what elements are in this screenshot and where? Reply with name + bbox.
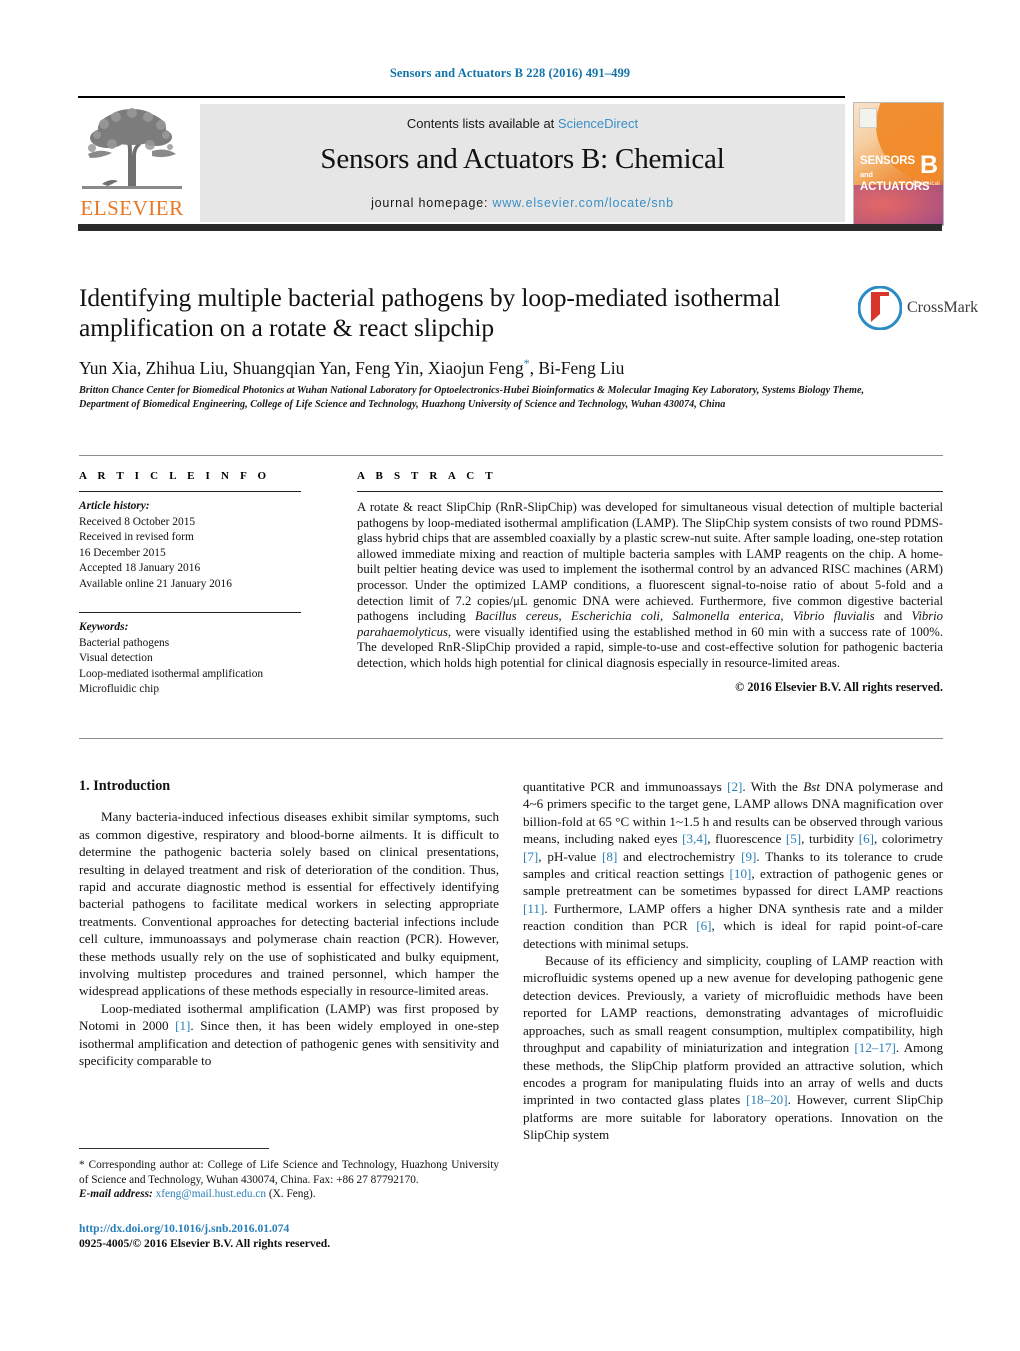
homepage-label: journal homepage: [371, 196, 493, 210]
masthead-top-rule [78, 96, 845, 98]
authors-main: Yun Xia, Zhihua Liu, Shuangqian Yan, Fen… [79, 357, 524, 378]
journal-masthead: ELSEVIER Contents lists available at Sci… [78, 96, 944, 241]
info-bottom-rule [79, 738, 943, 739]
citation-link[interactable]: [9] [741, 849, 756, 864]
article-info-column: A R T I C L E I N F O Article history: R… [79, 470, 309, 698]
paragraph-text: , turbidity [801, 831, 859, 847]
citation-link[interactable]: [6] [696, 918, 711, 933]
running-head: Sensors and Actuators B 228 (2016) 491–4… [389, 66, 631, 80]
footnote-text: Corresponding author at: College of Life… [79, 1159, 499, 1186]
paragraph-text: , fluorescence [707, 831, 786, 847]
contents-prefix: Contents lists available at [406, 116, 558, 131]
history-item: Accepted 18 January 2016 [79, 562, 201, 574]
paragraph-text: and electrochemistry [617, 848, 742, 864]
email-label: E-mail address: [79, 1188, 153, 1201]
elsevier-tree-icon [82, 104, 182, 192]
paragraph: quantitative PCR and immunoassays [2]. W… [523, 778, 943, 952]
cover-elsevier-badge [859, 108, 877, 128]
paragraph: Many bacteria-induced infectious disease… [79, 808, 499, 999]
body-column-right: quantitative PCR and immunoassays [2]. W… [523, 778, 943, 1144]
crossmark-label: CrossMark [907, 299, 979, 316]
journal-homepage-line: journal homepage: www.elsevier.com/locat… [200, 196, 845, 210]
paragraph-text: Many bacteria-induced infectious disease… [79, 809, 499, 999]
elsevier-wordmark: ELSEVIER [80, 196, 184, 220]
cover-line-1: SENSORS [860, 155, 915, 167]
citation-link[interactable]: [6] [859, 831, 874, 846]
elsevier-logo: ELSEVIER [78, 104, 186, 222]
masthead-bottom-rule [78, 224, 942, 231]
info-top-rule [79, 455, 943, 456]
cover-and: and [860, 170, 873, 179]
paragraph: Because of its efficiency and simplicity… [523, 952, 943, 1143]
keyword-item: Visual detection [79, 652, 153, 664]
paragraph-text: , colorimetry [874, 831, 943, 847]
citation-link[interactable]: [3,4] [682, 831, 707, 846]
citation-link[interactable]: [5] [786, 831, 801, 846]
abstract-text: A rotate & react SlipChip (RnR-SlipChip)… [357, 500, 943, 672]
paragraph-text: quantitative PCR and immunoassays [523, 779, 728, 794]
abstract-heading: A B S T R A C T [357, 470, 497, 482]
contents-box: Contents lists available at ScienceDirec… [200, 104, 845, 222]
keywords-label: Keywords: [79, 621, 129, 633]
cover-subtitle: Chemical [912, 181, 940, 187]
crossmark-icon [857, 285, 903, 331]
paragraph-text: . With the [742, 779, 804, 794]
affiliation: Britton Chance Center for Biomedical Pho… [79, 385, 865, 411]
author-list: Yun Xia, Zhihua Liu, Shuangqian Yan, Fen… [79, 352, 879, 379]
citation-link[interactable]: [11] [523, 901, 544, 916]
article-info-heading: A R T I C L E I N F O [79, 470, 271, 482]
footnote-rule [79, 1148, 269, 1149]
keyword-item: Microfluidic chip [79, 683, 160, 695]
keywords-block: Keywords: Bacterial pathogens Visual det… [79, 612, 309, 698]
abstract-copyright: © 2016 Elsevier B.V. All rights reserved… [735, 679, 943, 694]
citation-link[interactable]: [7] [523, 849, 538, 864]
article-title: Identifying multiple bacterial pathogens… [79, 283, 781, 342]
corresponding-author-footnote: * Corresponding author at: College of Li… [79, 1158, 499, 1202]
italic-term: Bst [803, 779, 820, 794]
abstract-part-1: A rotate & react SlipChip (RnR-SlipChip)… [357, 500, 943, 624]
keywords-rule [79, 612, 301, 613]
contents-available-line: Contents lists available at ScienceDirec… [200, 116, 845, 131]
sciencedirect-link[interactable]: ScienceDirect [558, 116, 638, 131]
issn-copyright-line: 0925-4005/© 2016 Elsevier B.V. All right… [79, 1237, 331, 1251]
history-item: Available online 21 January 2016 [79, 577, 232, 590]
doi-link[interactable]: http://dx.doi.org/10.1016/j.snb.2016.01.… [79, 1221, 509, 1236]
email-link[interactable]: xfeng@mail.hust.edu.cn [156, 1188, 266, 1200]
history-item: Received 8 October 2015 [79, 515, 196, 528]
citation-link[interactable]: [12–17] [854, 1040, 895, 1055]
citation-link[interactable]: [8] [602, 849, 617, 864]
section-heading-introduction: 1. Introduction [79, 778, 171, 794]
journal-title: Sensors and Actuators B: Chemical [320, 143, 725, 175]
citation-link[interactable]: [2] [727, 779, 742, 794]
article-history-label: Article history: [79, 500, 150, 512]
abstract-rule [357, 491, 943, 492]
keyword-item: Bacterial pathogens [79, 636, 170, 649]
abstract-mid: and [874, 609, 912, 624]
history-item: 16 December 2015 [79, 546, 166, 559]
article-info-rule [79, 491, 301, 492]
paragraph-text: , pH-value [538, 848, 603, 864]
body-column-left: 1. Introduction Many bacteria-induced in… [79, 778, 499, 1070]
citation-link[interactable]: [1] [175, 1018, 190, 1033]
cover-title: SENSORS and ACTUATORS [860, 155, 930, 194]
paragraph: Loop-mediated isothermal amplification (… [79, 1000, 499, 1070]
citation-link[interactable]: [18–20] [746, 1092, 787, 1107]
history-item: Received in revised form [79, 531, 194, 543]
abstract-species-1: Bacillus cereus, Escherichia coli, Salmo… [475, 609, 875, 624]
journal-article-page: Sensors and Actuators B 228 (2016) 491–4… [0, 0, 1020, 1351]
doi-block: http://dx.doi.org/10.1016/j.snb.2016.01.… [79, 1221, 509, 1251]
journal-cover-thumbnail: SENSORS and ACTUATORS B Chemical [853, 102, 944, 226]
citation-link[interactable]: [10] [730, 866, 752, 881]
homepage-link[interactable]: www.elsevier.com/locate/snb [493, 196, 674, 210]
abstract-column: A B S T R A C T A rotate & react SlipChi… [357, 470, 943, 695]
cover-volume-letter: B [919, 151, 938, 179]
email-owner: (X. Feng). [266, 1188, 316, 1201]
keyword-item: Loop-mediated isothermal amplification [79, 667, 264, 680]
crossmark-badge[interactable]: CrossMark [857, 285, 978, 334]
authors-tail: , Bi-Feng Liu [529, 357, 625, 378]
